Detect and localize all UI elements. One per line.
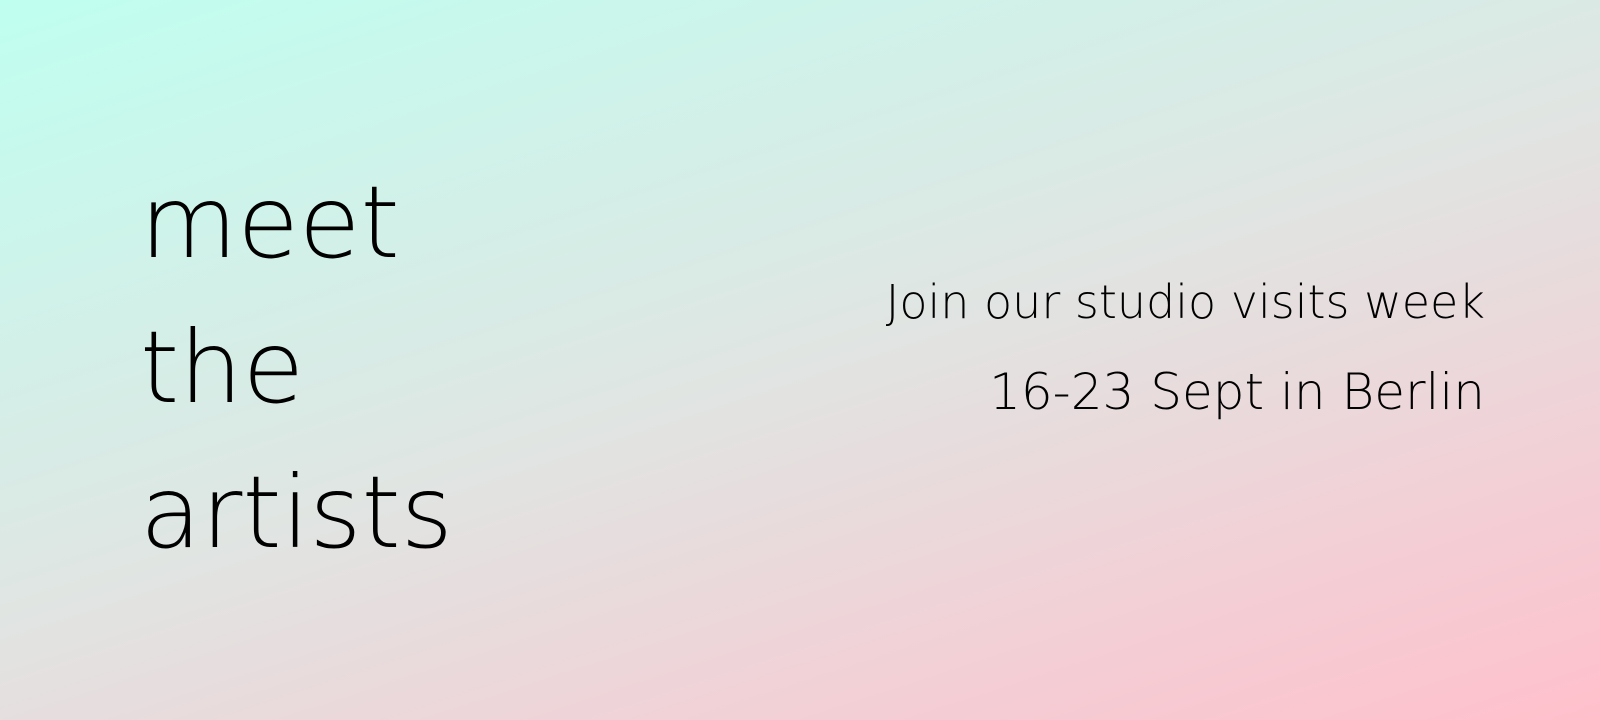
headline-word-meet: meet [140,164,400,281]
headline-word-artists: artists [140,454,453,571]
event-banner: meet the artists Join our studio visits … [0,0,1600,720]
headline-word-the: the [140,309,305,426]
banner-headline: meet the artists [140,150,453,585]
event-details: Join our studio visits week 16-23 Sept i… [886,272,1485,424]
event-dates: 16-23 Sept in Berlin [989,363,1485,421]
event-tagline: Join our studio visits week [885,275,1485,329]
